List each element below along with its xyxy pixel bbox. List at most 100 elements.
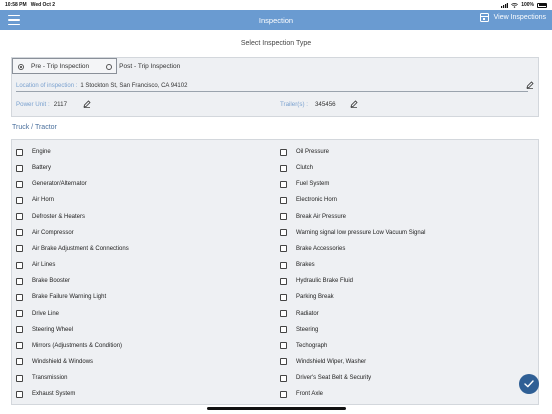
edit-trailer-icon[interactable]: [350, 100, 358, 108]
checklist-item[interactable]: Steering Wheel: [16, 325, 73, 335]
checklist-item[interactable]: Oil Pressure: [280, 147, 329, 157]
view-inspections-button[interactable]: View Inspections: [479, 13, 546, 22]
checklist-item-label: Steering: [296, 326, 319, 333]
checkbox[interactable]: [280, 293, 287, 301]
checklist-item[interactable]: Clutch: [280, 163, 313, 173]
checkbox[interactable]: [16, 213, 23, 221]
checklist-item[interactable]: Break Air Pressure: [280, 212, 346, 222]
status-bar: 10:58 PM Wed Oct 2 100%: [0, 0, 552, 10]
checklist-item[interactable]: Air Lines: [16, 260, 55, 270]
checklist-item[interactable]: Steering: [280, 325, 318, 335]
checklist-item[interactable]: Radiator: [280, 309, 319, 319]
checklist-item[interactable]: Brake Booster: [16, 276, 70, 286]
trailer-value: 345456: [314, 101, 336, 108]
checklist-item[interactable]: Air Brake Adjustment & Connections: [16, 244, 129, 254]
checkbox[interactable]: [16, 390, 23, 398]
pre-trip-option[interactable]: Pre - Trip Inspection: [18, 63, 89, 70]
checklist-item[interactable]: Brake Accessories: [280, 244, 345, 254]
checklist-item[interactable]: Mirrors (Adjustments & Condition): [16, 341, 122, 351]
location-value: 1 Stockton St, San Francisco, CA 94102: [80, 82, 188, 89]
checkbox[interactable]: [280, 342, 287, 350]
location-field[interactable]: Location of inspection : 1 Stockton St, …: [16, 80, 528, 92]
power-unit-field: Power Unit : 2117: [16, 101, 67, 108]
checkbox[interactable]: [16, 277, 23, 285]
checkbox[interactable]: [16, 196, 23, 204]
menu-icon[interactable]: [8, 15, 20, 25]
checklist-item-label: Fuel System: [296, 181, 330, 188]
power-unit-value: 2117: [53, 101, 68, 108]
view-inspections-label: View Inspections: [493, 14, 546, 21]
checklist-item[interactable]: Brake Failure Warning Light: [16, 292, 106, 302]
checkbox[interactable]: [280, 148, 287, 156]
checklist-item[interactable]: Air Compressor: [16, 228, 74, 238]
checklist-item[interactable]: Battery: [16, 163, 51, 173]
checklist-item[interactable]: Driver's Seat Belt & Security: [280, 373, 371, 383]
checklist-item-label: Exhaust System: [32, 391, 76, 398]
checklist-item-label: Brake Failure Warning Light: [32, 294, 107, 301]
checklist-item[interactable]: Brakes: [280, 260, 315, 270]
checklist-item[interactable]: Transmission: [16, 373, 67, 383]
checklist-item-label: Techograph: [296, 342, 328, 349]
checkbox[interactable]: [16, 358, 23, 366]
checklist-item[interactable]: Front Axle: [280, 389, 323, 399]
edit-power-unit-icon[interactable]: [83, 100, 91, 108]
checkbox[interactable]: [280, 310, 287, 317]
radio-pre-trip[interactable]: [18, 63, 24, 70]
checkbox[interactable]: [280, 245, 287, 253]
checklist-item[interactable]: Fuel System: [280, 179, 329, 189]
checkbox[interactable]: [280, 164, 287, 172]
checklist-item-label: Break Air Pressure: [296, 213, 347, 220]
checkbox[interactable]: [280, 229, 287, 237]
checkbox[interactable]: [16, 229, 23, 237]
battery-icon: [537, 2, 547, 8]
checklist-item-label: Hydraulic Brake Fluid: [296, 278, 354, 285]
checklist-title: Truck / Tractor: [12, 124, 57, 131]
checkbox[interactable]: [16, 326, 23, 334]
checkbox[interactable]: [16, 310, 23, 317]
checklist-item[interactable]: Electronic Horn: [280, 195, 337, 205]
submit-button[interactable]: [519, 374, 539, 394]
checklist-item-label: Radiator: [296, 310, 319, 317]
checklist-item-label: Battery: [32, 165, 52, 172]
checkbox[interactable]: [280, 196, 287, 204]
checkbox[interactable]: [16, 261, 23, 269]
checkbox[interactable]: [16, 148, 23, 156]
checkbox[interactable]: [16, 245, 23, 253]
checkbox[interactable]: [16, 293, 23, 301]
checklist-item[interactable]: Warning signal low pressure Low Vacuum S…: [280, 228, 425, 238]
edit-location-icon[interactable]: [526, 81, 534, 89]
checklist-item-label: Parking Break: [296, 294, 334, 301]
checklist-item[interactable]: Drive Line: [16, 309, 59, 319]
checklist-item[interactable]: Windshield Wiper, Washer: [280, 357, 366, 367]
checklist-item-label: Windshield Wiper, Washer: [296, 358, 367, 365]
checklist-item-label: Brakes: [296, 262, 315, 269]
checklist-item[interactable]: Techograph: [280, 341, 327, 351]
checklist-item[interactable]: Exhaust System: [16, 389, 75, 399]
checklist-item[interactable]: Engine: [16, 147, 51, 157]
checkbox[interactable]: [280, 390, 287, 398]
post-trip-option[interactable]: Post - Trip Inspection: [106, 63, 180, 70]
checkbox[interactable]: [16, 180, 23, 188]
checkbox[interactable]: [280, 358, 287, 366]
checklist-item[interactable]: Windshield & Windows: [16, 357, 93, 367]
checklist-item[interactable]: Defroster & Heaters: [16, 212, 85, 222]
checkbox[interactable]: [280, 277, 287, 285]
status-left: 10:58 PM Wed Oct 2: [5, 2, 55, 8]
checklist-item-label: Air Compressor: [32, 229, 74, 236]
checkbox[interactable]: [16, 374, 23, 382]
checkbox[interactable]: [280, 261, 287, 269]
checkbox[interactable]: [280, 374, 287, 382]
checkbox[interactable]: [16, 342, 23, 350]
checkbox[interactable]: [280, 180, 287, 188]
radio-post-trip[interactable]: [106, 63, 113, 70]
checkbox[interactable]: [16, 164, 23, 172]
checklist-item[interactable]: Hydraulic Brake Fluid: [280, 276, 353, 286]
checklist-item[interactable]: Generator/Alternator: [16, 179, 87, 189]
navbar: Inspection View Inspections: [0, 10, 552, 30]
checklist-item[interactable]: Air Horn: [16, 195, 54, 205]
checklist-item-label: Steering Wheel: [32, 326, 74, 333]
location-label: Location of inspection :: [16, 82, 78, 89]
checkbox[interactable]: [280, 213, 287, 221]
checkbox[interactable]: [280, 326, 287, 334]
checklist-item[interactable]: Parking Break: [280, 292, 334, 302]
